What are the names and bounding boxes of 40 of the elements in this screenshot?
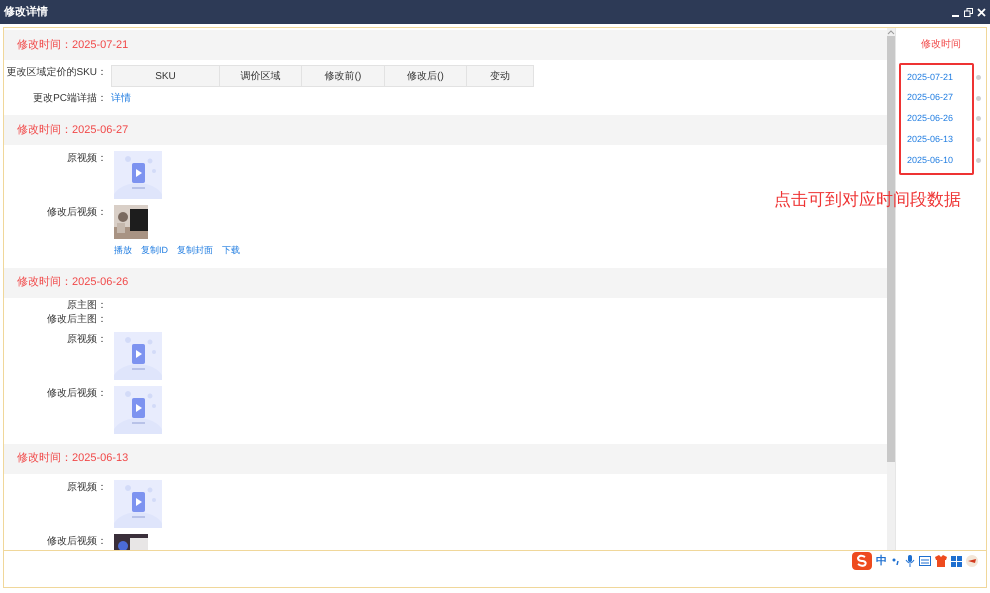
field-label: 修改后主图：: [46, 312, 107, 326]
annotation-text: 点击可到对应时间段数据: [774, 189, 961, 211]
section-heading: 修改时间：2025-07-21: [17, 38, 128, 53]
field-label: 更改PC端详描：: [32, 92, 107, 105]
date-link[interactable]: 2025-06-13: [901, 133, 954, 147]
keyboard-icon[interactable]: [919, 556, 931, 566]
ime-logo-icon[interactable]: [852, 552, 872, 570]
field-label: 原主图：: [66, 298, 107, 312]
field-label: 修改后视频：: [46, 534, 107, 548]
date-link[interactable]: 2025-06-26: [901, 112, 954, 126]
field-label: 原视频：: [66, 152, 107, 165]
video-action-link[interactable]: 播放: [114, 244, 132, 258]
column-header: SKU: [112, 66, 220, 86]
column-header: 变动: [489, 70, 511, 84]
field-label: 修改后视频：: [46, 386, 107, 400]
column-header: 调价区域: [220, 66, 302, 86]
section-heading: 修改时间：2025-06-13: [17, 451, 128, 466]
date-link[interactable]: 2025-06-10: [901, 154, 954, 168]
microphone-icon[interactable]: [905, 555, 915, 567]
field-label: 修改后视频：: [46, 206, 107, 219]
close-icon[interactable]: [977, 8, 986, 16]
section-heading: 修改时间：2025-06-27: [17, 122, 128, 138]
window-title: 修改详情: [4, 4, 48, 20]
ime-mode[interactable]: 中: [876, 552, 887, 570]
video-action-link[interactable]: 下载: [222, 244, 240, 258]
date-link[interactable]: 2025-06-27: [901, 91, 954, 105]
field-label: 原视频：: [66, 332, 107, 346]
restore-icon[interactable]: [964, 8, 973, 16]
video-action-link[interactable]: 复制封面: [177, 244, 213, 258]
column-header: 修改前(): [302, 66, 385, 86]
details-link[interactable]: 详情: [111, 91, 131, 105]
field-label: 更改区域定价的SKU：: [5, 66, 107, 79]
column-header: 修改后(): [385, 66, 467, 86]
nav-title: 修改时间: [921, 38, 961, 52]
section-heading: 修改时间：2025-06-26: [17, 275, 128, 290]
field-label: 原视频：: [66, 480, 107, 494]
video-action-link[interactable]: 复制ID: [141, 244, 168, 258]
date-link[interactable]: 2025-07-21: [901, 70, 954, 84]
grid-icon[interactable]: [951, 556, 962, 566]
shirt-icon[interactable]: [935, 555, 947, 567]
